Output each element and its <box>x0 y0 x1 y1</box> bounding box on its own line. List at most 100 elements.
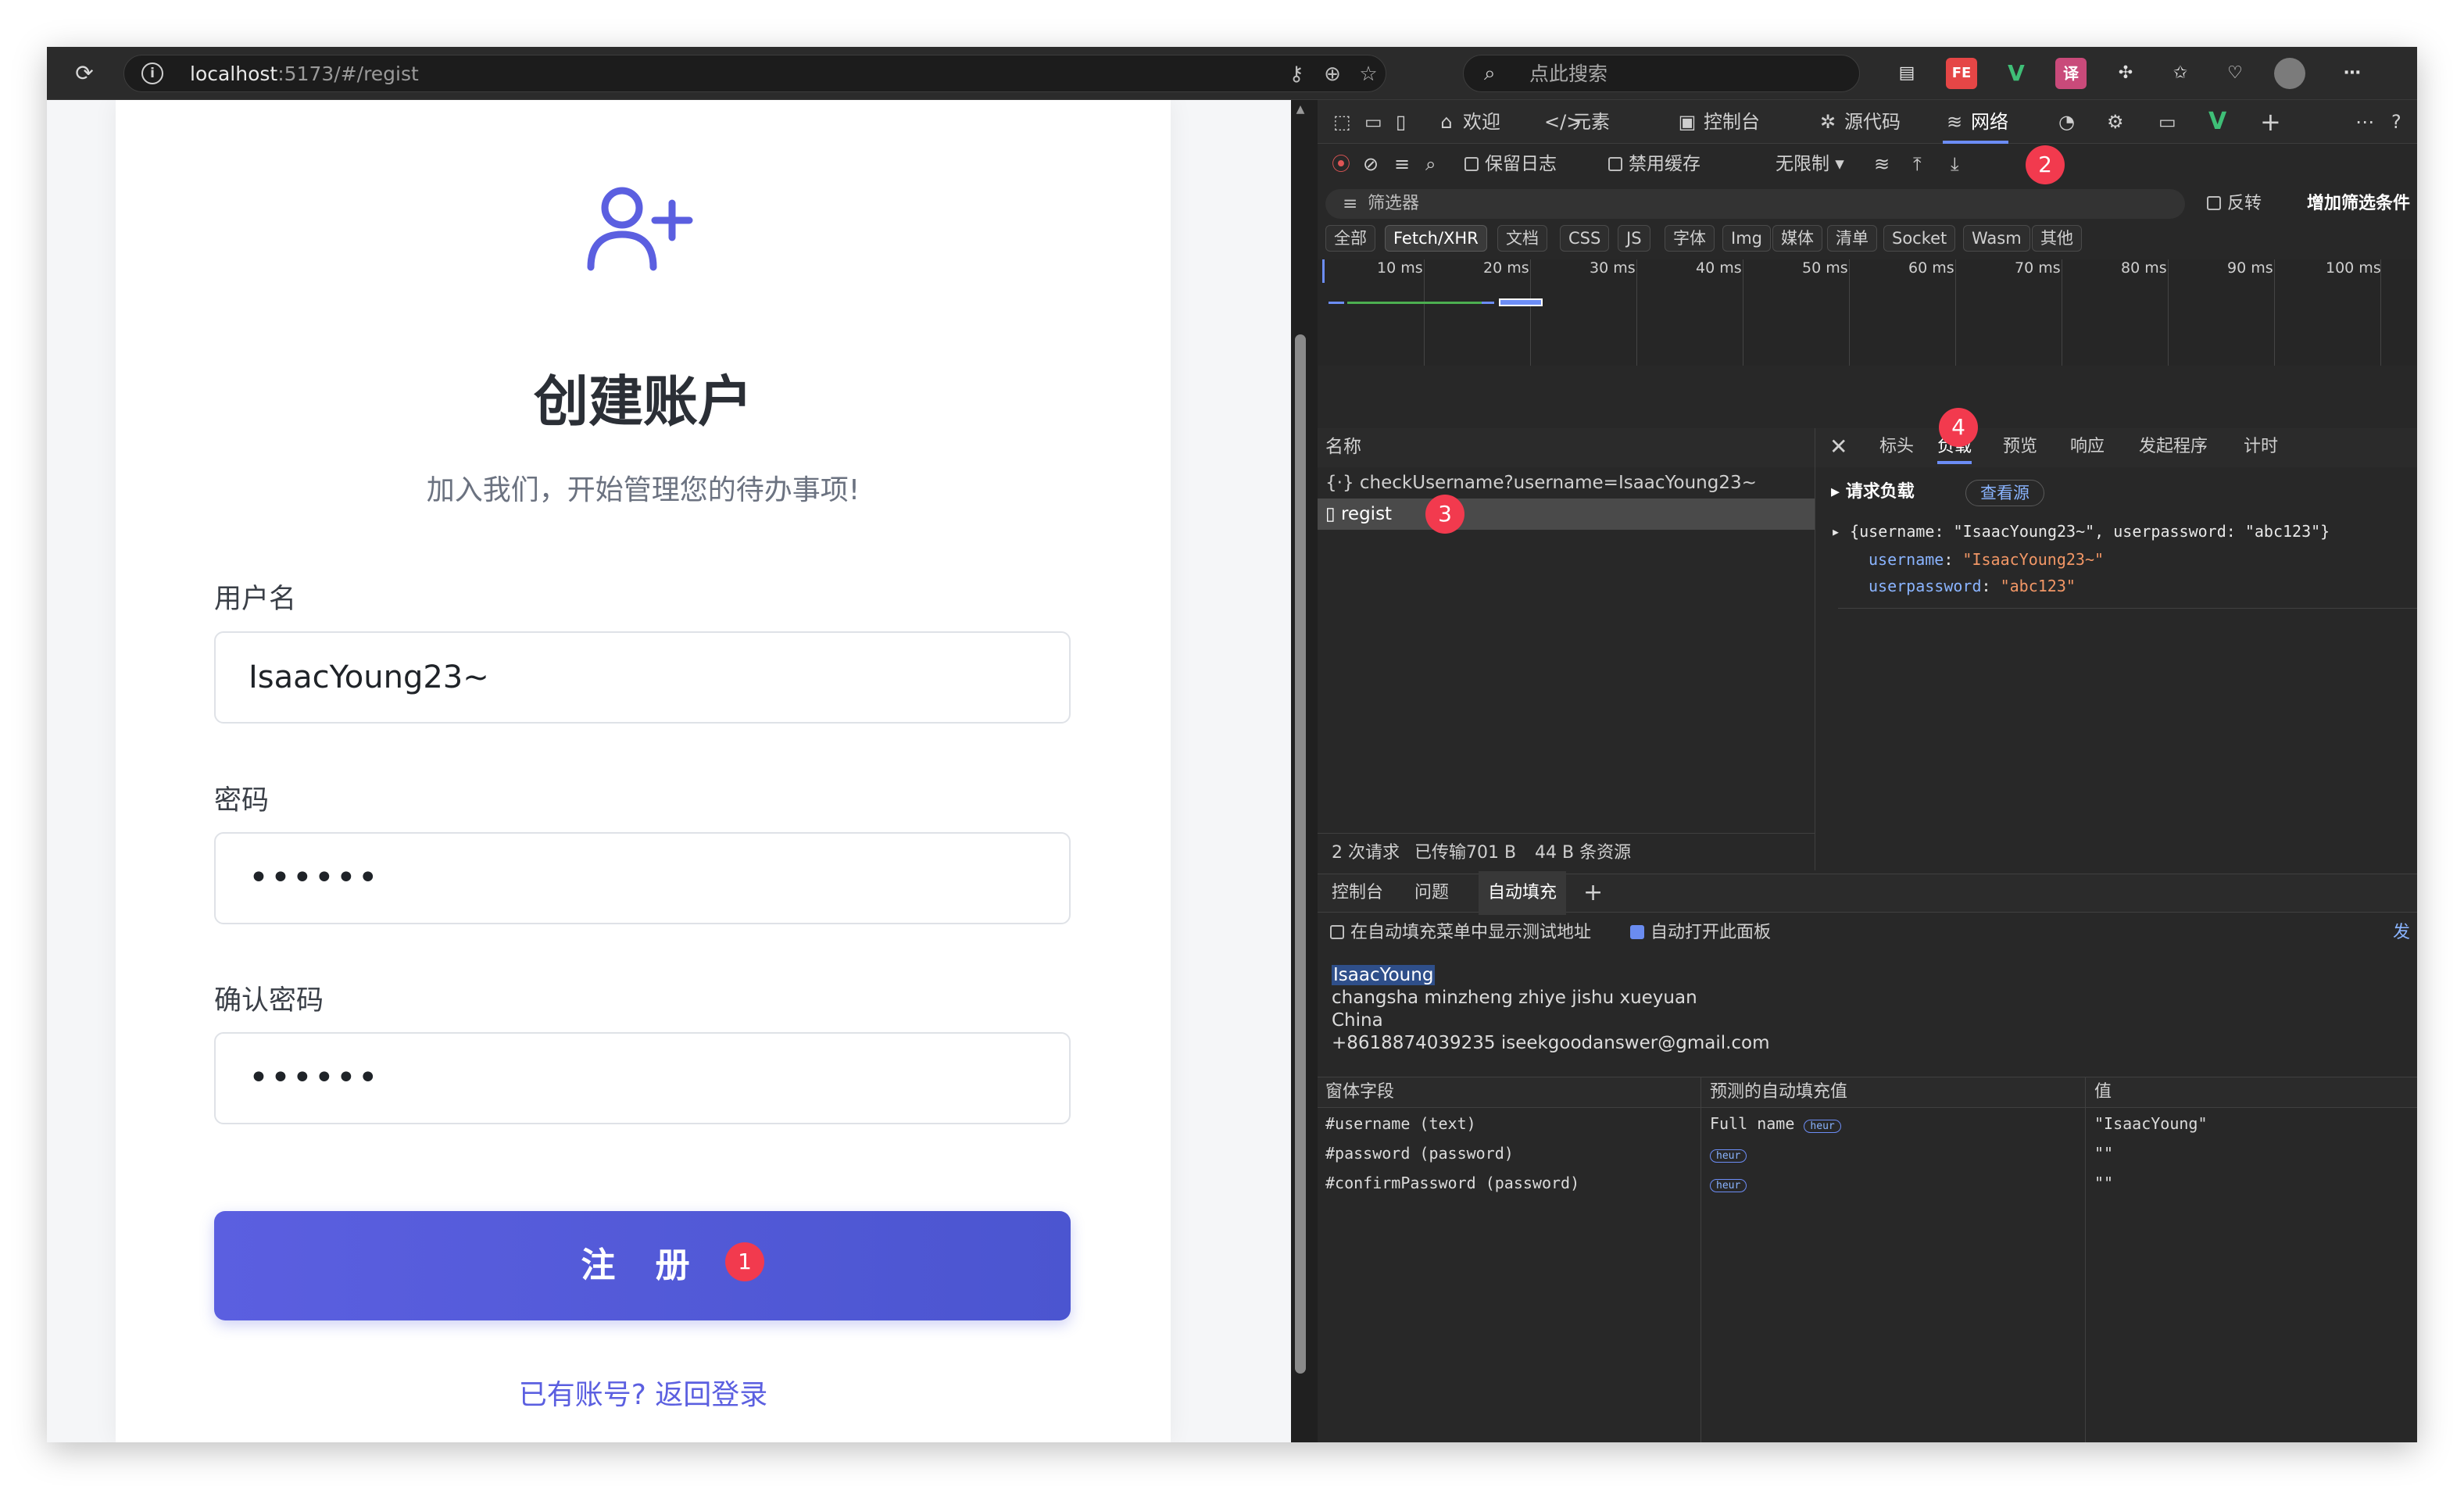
search-placeholder: 点此搜索 <box>1529 63 1608 85</box>
favorites-icon[interactable]: ✩ <box>2165 58 2196 89</box>
type-font[interactable]: 字体 <box>1665 225 1715 252</box>
tab-initiator[interactable]: 发起程序 <box>2139 425 2208 469</box>
scroll-thumb[interactable] <box>1295 334 1306 1374</box>
auto-open-checkbox[interactable]: 自动打开此面板 <box>1630 911 1771 955</box>
more-filters-button[interactable]: 增加筛选条件 <box>2307 182 2410 226</box>
autofill-right-link[interactable]: 发 <box>2393 911 2410 955</box>
table-row[interactable]: #username (text) Full name heur "IsaacYo… <box>1318 1114 2417 1142</box>
network-timeline[interactable]: 10 ms 20 ms 30 ms 40 ms 50 ms 60 ms 70 m… <box>1318 259 2417 366</box>
tab-sources[interactable]: ✲ 源代码 <box>1816 100 1901 144</box>
drawer-add-tab-icon[interactable]: + <box>1583 871 1603 915</box>
type-manifest[interactable]: 清单 <box>1827 225 1877 252</box>
address-bar[interactable]: i localhost:5173/#/regist ⚷ ⊕ ☆ <box>123 55 1386 92</box>
type-css[interactable]: CSS <box>1560 225 1610 252</box>
tab-welcome[interactable]: ⌂ 欢迎 <box>1435 100 1500 144</box>
request-row-regist[interactable]: ▯ regist 3 <box>1318 495 1815 534</box>
status-requests: 2 次请求 <box>1332 843 1400 863</box>
favorite-star-icon[interactable]: ☆ <box>1354 60 1382 88</box>
avatar[interactable] <box>2274 58 2305 89</box>
key-icon[interactable]: ⚷ <box>1282 60 1311 88</box>
table-row[interactable]: #password (password) heur "" <box>1318 1144 2417 1172</box>
tab-network[interactable]: ≋ 网络 <box>1943 100 2008 144</box>
search-box[interactable]: ⌕ 点此搜索 <box>1463 55 1860 92</box>
reload-icon[interactable]: ⟳ <box>69 58 100 89</box>
fe-extension-icon[interactable]: FE <box>1946 58 1977 89</box>
type-js[interactable]: JS <box>1618 225 1650 252</box>
import-har-icon[interactable]: ⤒ <box>1913 142 1922 186</box>
inspect-icon[interactable]: ⬚ <box>1333 100 1351 144</box>
filter-clear-icon[interactable]: ≡ <box>1394 142 1410 186</box>
help-icon[interactable]: ? <box>2391 100 2401 144</box>
clear-icon[interactable]: ⊘ <box>1363 142 1379 186</box>
network-toolbar: ⦿ ⊘ ≡ ⌕ 保留日志 禁用缓存 无限制 ▾ ≋ ⤒ ⤓ 2 <box>1318 144 2417 186</box>
username-input[interactable]: IsaacYoung23~ <box>214 631 1071 724</box>
dock-icon[interactable]: ▯ <box>1396 100 1406 144</box>
type-media[interactable]: 媒体 <box>1772 225 1822 252</box>
annotation-badge-4: 4 <box>1939 408 1978 447</box>
drawer-tab-issues[interactable]: 问题 <box>1414 871 1449 915</box>
export-har-icon[interactable]: ⤓ <box>1951 142 1959 186</box>
show-test-address-checkbox[interactable]: 在自动填充菜单中显示测试地址 <box>1330 911 1591 955</box>
site-info-icon[interactable]: i <box>141 63 163 84</box>
tab-elements[interactable]: </>元素 <box>1544 100 1610 144</box>
type-wasm[interactable]: Wasm <box>1963 225 2030 252</box>
tab-console[interactable]: ▣ 控制台 <box>1675 100 1760 144</box>
zoom-icon[interactable]: ⊕ <box>1318 60 1346 88</box>
show-test-address-label: 在自动填充菜单中显示测试地址 <box>1350 923 1592 942</box>
drawer-tab-autofill[interactable]: 自动填充 <box>1479 871 1567 915</box>
filter-row: ≡ 筛选器 反转 增加筛选条件 <box>1318 186 2417 222</box>
type-doc[interactable]: 文档 <box>1497 225 1547 252</box>
settings-gear-icon[interactable]: ⚙ <box>2107 100 2124 144</box>
page-scrollbar[interactable]: ▲ <box>1291 100 1310 1442</box>
back-to-login-link[interactable]: 已有账号? 返回登录 <box>116 1372 1171 1413</box>
heur-tag: heur <box>1710 1179 1747 1192</box>
performance-icon[interactable]: ◔ <box>2058 100 2075 144</box>
translate-extension-icon[interactable]: 译 <box>2055 58 2087 89</box>
application-icon[interactable]: ▭ <box>2158 100 2176 144</box>
timeline-tick: 20 ms <box>1483 259 1529 277</box>
confirm-password-input[interactable]: •••••• <box>214 1032 1071 1124</box>
health-heart-icon[interactable]: ♡ <box>2219 58 2251 89</box>
type-fetch-xhr[interactable]: Fetch/XHR <box>1385 225 1487 252</box>
col-value[interactable]: 值 <box>2094 1070 2112 1114</box>
scroll-up-arrow-icon[interactable]: ▲ <box>1294 103 1307 116</box>
col-predicted-value[interactable]: 预测的自动填充值 <box>1710 1070 1847 1114</box>
tab-headers[interactable]: 标头 <box>1879 425 1914 469</box>
close-detail-icon[interactable]: ✕ <box>1829 425 1847 469</box>
show-test-address-box <box>1330 925 1344 939</box>
view-source-button[interactable]: 查看源 <box>1965 480 2044 506</box>
register-button-label: 注 册 <box>581 1245 704 1285</box>
drawer-tab-console[interactable]: 控制台 <box>1332 871 1383 915</box>
tab-timing[interactable]: 计时 <box>2244 425 2278 469</box>
request-payload-toggle[interactable]: ▸ 请求负载 <box>1831 470 1915 514</box>
payload-field-userpassword: userpassword: "abc123" <box>1869 577 2076 595</box>
throttle-select[interactable]: 无限制 ▾ <box>1776 142 1844 186</box>
tab-response[interactable]: 响应 <box>2070 425 2105 469</box>
col-form-field[interactable]: 窗体字段 <box>1325 1070 1394 1114</box>
record-icon[interactable]: ⦿ <box>1332 142 1350 186</box>
network-conditions-icon[interactable]: ≋ <box>1874 142 1890 186</box>
device-toolbar-icon[interactable]: ▭ <box>1364 100 1382 144</box>
disable-cache-checkbox[interactable]: 禁用缓存 <box>1608 142 1700 186</box>
add-tab-icon[interactable]: + <box>2260 100 2281 144</box>
vue-extension-icon[interactable]: V <box>2001 58 2032 89</box>
devtools-more-icon[interactable]: ⋯ <box>2355 100 2374 144</box>
payload-summary[interactable]: ▸ {username: "IsaacYoung23~", userpasswo… <box>1831 522 2330 541</box>
type-socket[interactable]: Socket <box>1883 225 1956 252</box>
table-row[interactable]: #confirmPassword (password) heur "" <box>1318 1174 2417 1202</box>
type-all[interactable]: 全部 <box>1325 225 1375 252</box>
type-img[interactable]: Img <box>1722 225 1771 252</box>
filter-input[interactable]: ≡ 筛选器 <box>1325 189 2185 219</box>
password-input[interactable]: •••••• <box>214 832 1071 924</box>
search-network-icon[interactable]: ⌕ <box>1425 142 1436 186</box>
more-menu-icon[interactable]: ⋯ <box>2337 58 2368 89</box>
preserve-log-checkbox[interactable]: 保留日志 <box>1464 142 1557 186</box>
register-button[interactable]: 注 册 1 <box>214 1211 1071 1320</box>
reading-mode-icon[interactable]: ▤ <box>1891 58 1922 89</box>
tab-preview[interactable]: 预览 <box>2003 425 2037 469</box>
type-other[interactable]: 其他 <box>2032 225 2082 252</box>
invert-checkbox[interactable]: 反转 <box>2207 182 2262 226</box>
request-row-checkusername[interactable]: {·} checkUsername?username=IsaacYoung23~ <box>1318 467 1815 498</box>
vue-devtools-icon[interactable]: V <box>2208 100 2226 144</box>
extensions-puzzle-icon[interactable]: ✣ <box>2110 58 2141 89</box>
